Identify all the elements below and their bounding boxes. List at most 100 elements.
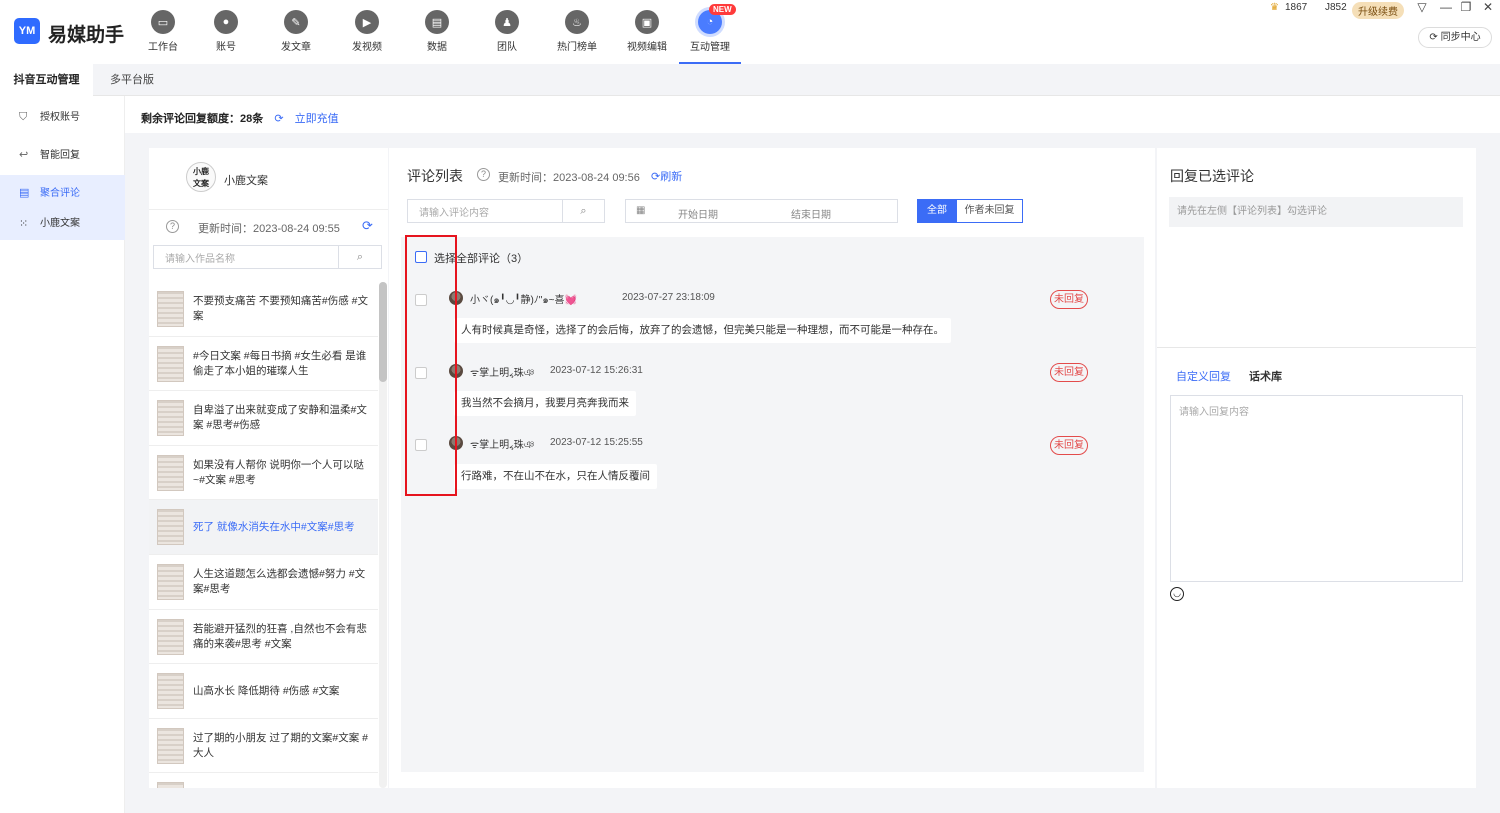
works-search-input[interactable]: 请输入作品名称 [153, 245, 339, 269]
nav-video-edit[interactable]: ▣ 视频编辑 [616, 0, 678, 64]
list-item[interactable]: 不要预支痛苦 不要预知痛苦#伤感 #文案 [149, 282, 378, 337]
list-item[interactable]: #今日文案 #每日书摘 #女生必看 是谁偷走了本小姐的璀璨人生 [149, 337, 378, 392]
minimize-icon[interactable]: — [1436, 0, 1456, 14]
divider [1157, 347, 1476, 348]
scrollbar-thumb[interactable] [379, 282, 387, 382]
filter-unreplied-button[interactable]: 作者未回复 [956, 199, 1023, 223]
status-badge: 未回复 [1050, 290, 1088, 309]
comment-search-input[interactable]: 请输入评论内容 [407, 199, 563, 223]
work-thumbnail [157, 782, 184, 788]
sidebar: ⛉ 授权账号 ↩ 智能回复 ▤ 聚合评论 ⁙ 小鹿文案 [0, 96, 125, 813]
work-thumbnail [157, 509, 184, 546]
help-icon[interactable]: ? [166, 220, 179, 233]
reply-hint: 请先在左侧【评论列表】勾选评论 [1169, 197, 1463, 227]
list-item[interactable]: 自卑溢了出来就变成了安静和温柔#文案 #思考#伤感 [149, 391, 378, 446]
list-item[interactable]: 人生这道题怎么选都会遗憾#努力 #文案#思考 [149, 555, 378, 610]
calendar-icon: ▦ [636, 205, 646, 216]
start-date[interactable]: 开始日期 [678, 206, 718, 221]
app-name: 易媒助手 [48, 25, 125, 46]
end-date[interactable]: 结束日期 [791, 206, 831, 221]
nav-hot-list[interactable]: ♨ 热门榜单 [546, 0, 608, 64]
emoji-icon[interactable]: ◡ [1170, 587, 1184, 601]
quota-bar: 剩余评论回复额度：28条 ⟳ 立即充值 [141, 113, 339, 125]
list-item[interactable]: 死了 就像水消失在水中#文案#思考 [149, 500, 378, 555]
comment-text: 我当然不会摘月，我要月亮奔我而来 [454, 391, 636, 416]
fire-icon: ♨ [565, 10, 589, 34]
comment-user: 小ヾ(๑╹◡╹静)ﾉ"๑~喜💓 [470, 295, 577, 306]
coins-count: 1867 [1285, 2, 1308, 13]
reply-icon: ↩ [19, 149, 29, 161]
comment-time: 2023-07-12 15:26:31 [550, 365, 643, 376]
list-item[interactable]: 若能避开猛烈的狂喜 ,自然也不会有悲痛的来袭#思考 #文案 [149, 610, 378, 665]
help-icon[interactable]: ? [477, 168, 490, 181]
play-icon: ▶ [355, 10, 379, 34]
works-list: 不要预支痛苦 不要预知痛苦#伤感 #文案 #今日文案 #每日书摘 #女生必看 是… [149, 282, 378, 788]
sidebar-item-aggregate-comments[interactable]: ▤ 聚合评论 [0, 175, 125, 212]
dots-icon: ⁙ [19, 218, 29, 230]
comment-text: 行路难，不在山不在水，只在人情反覆间 [454, 464, 657, 489]
platform-tabs: 抖音互动管理 多平台版 [0, 64, 1500, 96]
tab-custom-reply[interactable]: 自定义回复 [1176, 368, 1231, 384]
sync-icon: ⟳ [1429, 32, 1438, 43]
dropdown-icon[interactable]: ▽ [1412, 0, 1432, 14]
restore-icon[interactable]: ❐ [1456, 0, 1476, 14]
work-thumbnail [157, 454, 184, 491]
comment-time: 2023-07-27 23:18:09 [622, 292, 715, 303]
sidebar-item-authorized-accounts[interactable]: ⛉ 授权账号 [0, 99, 125, 136]
quota-refresh-icon[interactable]: ⟳ [274, 113, 283, 125]
chart-icon: ▤ [425, 10, 449, 34]
user-id[interactable]: J852 [1325, 2, 1347, 13]
team-icon: ♟ [495, 10, 519, 34]
reply-input[interactable]: 请输入回复内容 [1170, 395, 1463, 582]
avatar: 小鹿 文案 [186, 162, 216, 192]
sync-center-button[interactable]: ⟳ 同步中心 [1418, 27, 1492, 48]
work-thumbnail [157, 291, 184, 327]
nav-team[interactable]: ♟ 团队 [476, 0, 538, 64]
refresh-icon: ⟳ [651, 171, 661, 183]
search-icon[interactable]: ⌕ [338, 245, 382, 269]
quota-value: 28条 [240, 113, 264, 125]
shield-icon: ⛉ [19, 111, 28, 123]
comment-user: ᯤ掌上明៹珠ঞ [470, 440, 535, 451]
recharge-link[interactable]: 立即充值 [295, 113, 339, 125]
nav-data[interactable]: ▤ 数据 [406, 0, 468, 64]
comment-text: 人有时候真是奇怪，选择了的会后悔，放弃了的会遗憾，但完美只能是一种理想，而不可能… [454, 318, 951, 343]
search-icon[interactable]: ⌕ [562, 199, 605, 223]
list-item[interactable]: 如果没有人帮你 说明你一个人可以哒~#文案 #思考 [149, 446, 378, 501]
filter-all-button[interactable]: 全部 [917, 199, 957, 223]
nav-article[interactable]: ✎ 发文章 [265, 0, 327, 64]
nav-interaction[interactable]: ◔ 互动管理 NEW [679, 0, 741, 64]
new-badge: NEW [709, 4, 736, 15]
divider [149, 209, 388, 210]
work-thumbnail [157, 727, 184, 764]
date-range-picker[interactable]: ▦ 开始日期 结束日期 [625, 199, 898, 223]
list-item[interactable] [149, 773, 378, 788]
work-thumbnail [157, 618, 184, 655]
nav-video[interactable]: ▶ 发视频 [336, 0, 398, 64]
tab-douyin[interactable]: 抖音互动管理 [0, 64, 93, 96]
sidebar-item-account[interactable]: ⁙ 小鹿文案 [0, 208, 125, 240]
works-refresh-icon[interactable]: ⟳ [362, 218, 373, 234]
monitor-icon: ▭ [151, 10, 175, 34]
account-name: 小鹿文案 [224, 175, 268, 187]
works-scrollbar[interactable] [379, 282, 387, 788]
briefcase-icon: ▣ [635, 10, 659, 34]
sidebar-item-smart-reply[interactable]: ↩ 智能回复 [0, 137, 125, 174]
top-bar: YM 易媒助手 ▭ 工作台 ● 账号 ✎ 发文章 ▶ 发视频 ▤ 数据 ♟ 团队… [0, 0, 1500, 64]
comments-title: 评论列表 [407, 168, 463, 184]
app-logo: YM [14, 18, 40, 44]
list-item[interactable]: 山高水长 降低期待 #伤感 #文案 [149, 664, 378, 719]
work-thumbnail [157, 400, 184, 437]
close-icon[interactable]: ✕ [1478, 0, 1498, 14]
list-item[interactable]: 过了期的小朋友 过了期的文案#文案 #大人 [149, 719, 378, 774]
comments-refresh-button[interactable]: ⟳刷新 [651, 168, 682, 184]
work-thumbnail [157, 673, 184, 710]
tab-phrase-library[interactable]: 话术库 [1249, 368, 1282, 384]
comments-update-time: 更新时间：2023-08-24 09:56 [498, 172, 640, 184]
tab-multi-platform[interactable]: 多平台版 [110, 64, 154, 96]
upgrade-button[interactable]: 升级续费 [1352, 2, 1404, 19]
comment-user: ᯤ掌上明៹珠ঞ [470, 368, 535, 379]
nav-workbench[interactable]: ▭ 工作台 [132, 0, 194, 64]
nav-account[interactable]: ● 账号 [195, 0, 257, 64]
comment-time: 2023-07-12 15:25:55 [550, 437, 643, 448]
